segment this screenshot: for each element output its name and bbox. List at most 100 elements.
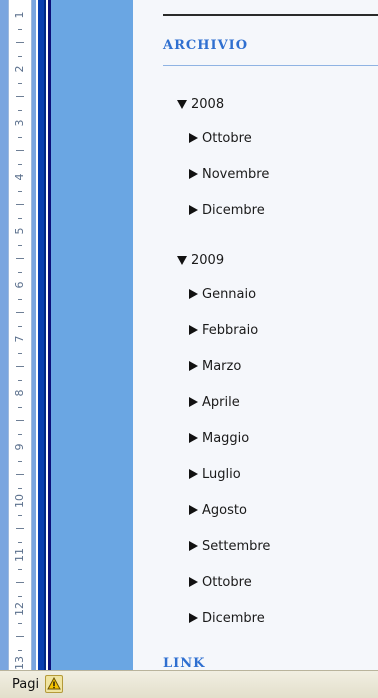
ruler-tick: [16, 312, 24, 313]
archive-month-label[interactable]: Aprile: [202, 395, 240, 410]
ruler-number: 7: [13, 335, 26, 343]
warning-icon[interactable]: [45, 675, 63, 693]
ruler-tick: [18, 649, 22, 651]
ruler-number: 11: [13, 548, 26, 562]
ruler-number: 1: [13, 11, 26, 19]
ruler-number: 4: [13, 173, 26, 181]
ruler-tick: [18, 190, 22, 192]
triangle-right-icon: [189, 613, 198, 623]
ruler-tick: [18, 541, 22, 543]
ruler-tick: [18, 244, 22, 246]
archive-month-label[interactable]: Settembre: [202, 539, 270, 554]
ruler-tick: [18, 406, 22, 408]
triangle-right-icon: [189, 397, 198, 407]
archive-month-link[interactable]: Dicembre: [189, 610, 265, 628]
page-content: ARCHIVIO 2008 Ottobre Novembre Dicembre 2009…: [133, 0, 378, 670]
ruler-tick: [18, 217, 22, 219]
ruler-tick: [18, 433, 22, 435]
archive-month-link[interactable]: Maggio: [189, 430, 249, 448]
ruler-number: 6: [13, 281, 26, 289]
ruler-number: 9: [13, 443, 26, 451]
ruler-tick: [16, 204, 24, 205]
triangle-down-icon[interactable]: [177, 99, 187, 109]
ruler-tick: [16, 636, 24, 637]
archive-month-label[interactable]: Gennaio: [202, 287, 256, 302]
archive-heading-divider: [163, 65, 378, 66]
archive-month-link[interactable]: Aprile: [189, 394, 240, 412]
archive-month-link[interactable]: Gennaio: [189, 286, 256, 304]
ruler-tick: [18, 487, 22, 489]
ruler-tick: [18, 460, 22, 462]
page-indicator[interactable]: Pagi: [12, 677, 48, 692]
vertical-ruler[interactable]: 1 2 3 4 5 6 7 8 9 10 11 12 13: [0, 0, 36, 670]
ruler-tick: [18, 136, 22, 138]
ruler-tick: [18, 325, 22, 327]
triangle-right-icon: [189, 325, 198, 335]
ruler-tick: [18, 55, 22, 57]
ruler-number: 13: [13, 656, 26, 670]
triangle-right-icon: [189, 169, 198, 179]
archive-year-label[interactable]: 2009: [191, 253, 224, 268]
ruler-tick: [16, 150, 24, 151]
archive-month-label[interactable]: Dicembre: [202, 611, 265, 626]
ruler-tick: [16, 420, 24, 421]
archive-month-label[interactable]: Maggio: [202, 431, 249, 446]
archive-month-label[interactable]: Agosto: [202, 503, 247, 518]
ruler-tick: [18, 109, 22, 111]
archive-month-link[interactable]: Marzo: [189, 358, 241, 376]
ruler-tick: [18, 163, 22, 165]
ruler-tick: [18, 379, 22, 381]
archive-month-label[interactable]: Novembre: [202, 167, 269, 182]
ruler-tick: [16, 258, 24, 259]
ruler-tick: [16, 96, 24, 97]
archive-month-link[interactable]: Febbraio: [189, 322, 258, 340]
ruler-tick: [18, 82, 22, 84]
ruler-number: 8: [13, 389, 26, 397]
archive-heading: ARCHIVIO: [163, 38, 249, 53]
ruler-tick: [18, 352, 22, 354]
archive-month-label[interactable]: Ottobre: [202, 575, 252, 590]
archive-month-link[interactable]: Luglio: [189, 466, 241, 484]
archive-month-label[interactable]: Dicembre: [202, 203, 265, 218]
ruler-number: 12: [13, 602, 26, 616]
archive-month-label[interactable]: Marzo: [202, 359, 241, 374]
ruler-tick: [18, 622, 22, 624]
ruler-number: 5: [13, 227, 26, 235]
archive-month-link[interactable]: Ottobre: [189, 574, 252, 592]
triangle-right-icon: [189, 289, 198, 299]
archive-year[interactable]: 2008: [177, 96, 224, 114]
ruler-tick: [16, 42, 24, 43]
ruler-tick: [16, 366, 24, 367]
warning-glyph-icon: [47, 677, 61, 690]
triangle-right-icon: [189, 133, 198, 143]
ruler-number: 2: [13, 65, 26, 73]
archive-year-label[interactable]: 2008: [191, 97, 224, 112]
archive-month-link[interactable]: Novembre: [189, 166, 269, 184]
ruler-tick: [18, 28, 22, 30]
archive-month-label[interactable]: Ottobre: [202, 131, 252, 146]
triangle-right-icon: [189, 469, 198, 479]
ruler-number: 3: [13, 119, 26, 127]
document-window: 1 2 3 4 5 6 7 8 9 10 11 12 13 ARCHIVIO 2008 Ottobre No…: [0, 0, 378, 698]
triangle-right-icon: [189, 433, 198, 443]
archive-month-label[interactable]: Luglio: [202, 467, 241, 482]
archive-month-link[interactable]: Agosto: [189, 502, 247, 520]
ruler-tick: [16, 582, 24, 583]
ruler-tick: [18, 514, 22, 516]
archive-month-link[interactable]: Settembre: [189, 538, 270, 556]
triangle-down-icon[interactable]: [177, 255, 187, 265]
triangle-right-icon: [189, 361, 198, 371]
ruler-tick: [18, 298, 22, 300]
status-bar: Pagi: [0, 670, 378, 698]
archive-month-link[interactable]: Ottobre: [189, 130, 252, 148]
page-margin: [51, 0, 133, 670]
ruler-strip: 1 2 3 4 5 6 7 8 9 10 11 12 13: [8, 0, 32, 670]
ruler-tick: [16, 474, 24, 475]
archive-month-link[interactable]: Dicembre: [189, 202, 265, 220]
ruler-tick: [18, 595, 22, 597]
archive-month-label[interactable]: Febbraio: [202, 323, 258, 338]
ruler-number: 10: [13, 494, 26, 508]
triangle-right-icon: [189, 577, 198, 587]
archive-year[interactable]: 2009: [177, 252, 224, 270]
links-heading: LINK: [163, 656, 206, 670]
